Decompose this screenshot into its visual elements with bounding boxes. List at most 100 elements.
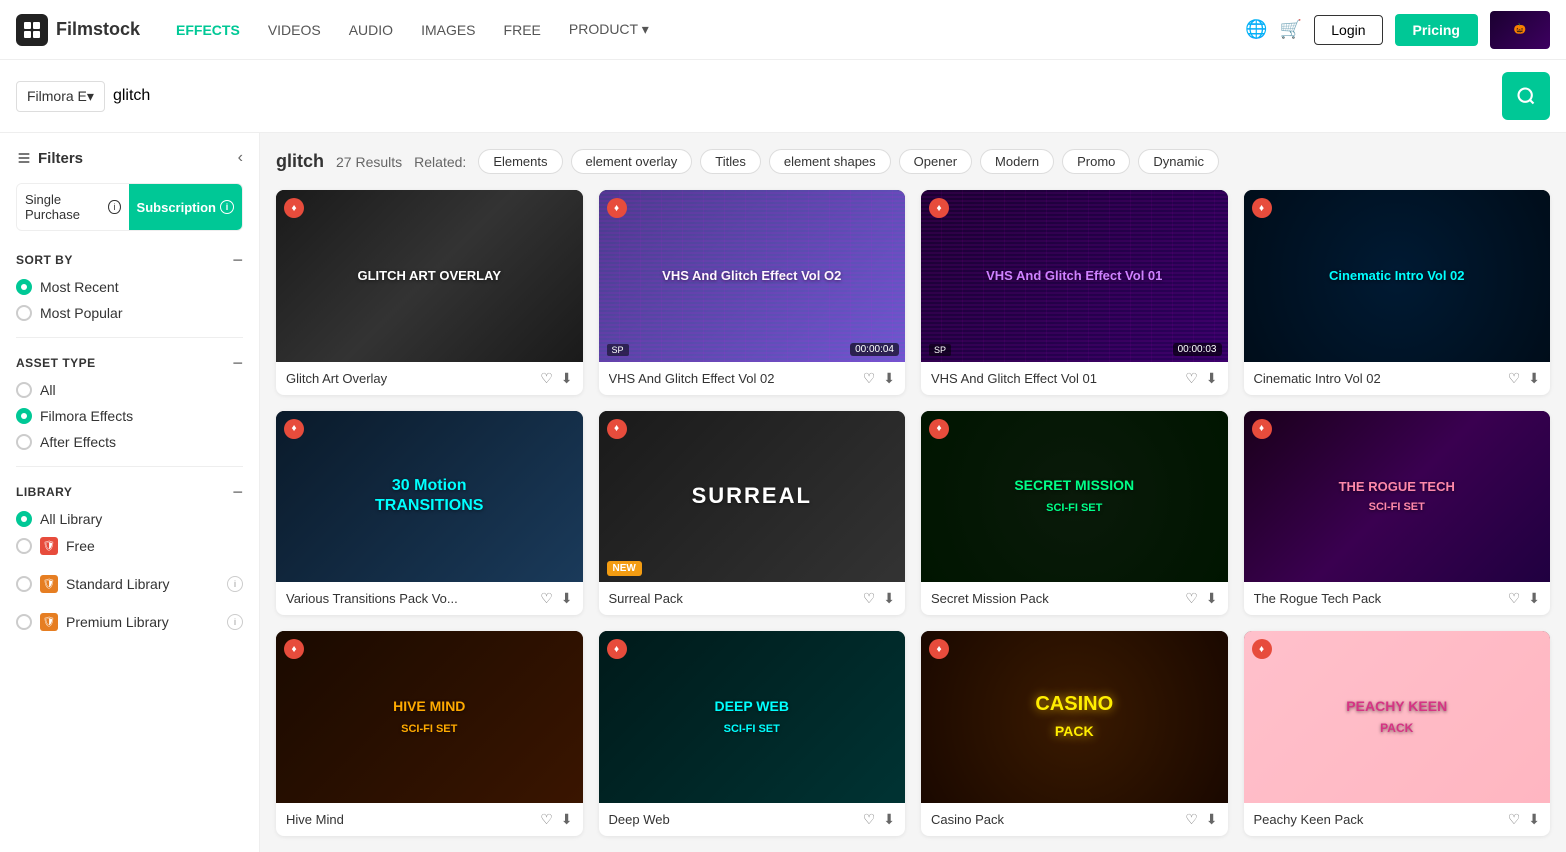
platform-selector[interactable]: Filmora E▾ xyxy=(16,81,105,112)
nav-effects[interactable]: EFFECTS xyxy=(164,14,252,46)
card-surreal[interactable]: SURREAL NEW Surreal Pack ♡ ⬇ xyxy=(599,411,906,616)
library-premium[interactable]: 🛡 Premium Library i xyxy=(16,613,243,631)
card-title: Deep Web xyxy=(609,812,863,827)
subscription-info-icon[interactable]: i xyxy=(220,200,234,214)
tag-modern[interactable]: Modern xyxy=(980,149,1054,174)
asset-type-collapse-icon[interactable]: − xyxy=(232,354,243,372)
library-all[interactable]: All Library xyxy=(16,511,243,527)
download-icon[interactable]: ⬇ xyxy=(561,811,573,828)
like-icon[interactable]: ♡ xyxy=(863,590,876,607)
card-info: VHS And Glitch Effect Vol 01 ♡ ⬇ xyxy=(921,362,1228,395)
download-icon[interactable]: ⬇ xyxy=(1528,811,1540,828)
sort-most-recent[interactable]: Most Recent xyxy=(16,279,243,295)
download-icon[interactable]: ⬇ xyxy=(883,370,895,387)
download-icon[interactable]: ⬇ xyxy=(883,590,895,607)
sort-most-recent-radio[interactable] xyxy=(16,279,32,295)
asset-type-after-effects[interactable]: After Effects xyxy=(16,434,243,450)
standard-info-icon[interactable]: i xyxy=(227,576,243,592)
download-icon[interactable]: ⬇ xyxy=(1206,590,1218,607)
asset-type-all[interactable]: All xyxy=(16,382,243,398)
like-icon[interactable]: ♡ xyxy=(863,811,876,828)
subscription-tab[interactable]: Subscription i xyxy=(129,184,242,230)
search-button[interactable] xyxy=(1502,72,1550,120)
premium-info-icon[interactable]: i xyxy=(227,614,243,630)
tag-elements[interactable]: Elements xyxy=(478,149,562,174)
like-icon[interactable]: ♡ xyxy=(1508,370,1521,387)
cart-icon[interactable]: 🛒 xyxy=(1280,19,1302,40)
sort-most-popular-radio[interactable] xyxy=(16,305,32,321)
asset-type-filmora[interactable]: Filmora Effects xyxy=(16,408,243,424)
card-transitions[interactable]: 30 MotionTRANSITIONS Various Transitions… xyxy=(276,411,583,616)
library-collapse-icon[interactable]: − xyxy=(232,483,243,501)
logo[interactable]: Filmstock xyxy=(16,14,140,46)
download-icon[interactable]: ⬇ xyxy=(1528,370,1540,387)
download-icon[interactable]: ⬇ xyxy=(1206,370,1218,387)
library-premium-radio[interactable] xyxy=(16,614,32,630)
like-icon[interactable]: ♡ xyxy=(540,590,553,607)
card-casino[interactable]: CASINOPACK Casino Pack ♡ ⬇ xyxy=(921,631,1228,836)
pricing-button[interactable]: Pricing xyxy=(1395,14,1478,46)
library-all-radio[interactable] xyxy=(16,511,32,527)
asset-all-radio[interactable] xyxy=(16,382,32,398)
like-icon[interactable]: ♡ xyxy=(540,811,553,828)
card-thumb-vhs2: VHS And Glitch Effect Vol O2 SP 00:00:04 xyxy=(599,190,906,362)
like-icon[interactable]: ♡ xyxy=(1508,590,1521,607)
card-secret-mission[interactable]: SECRET MISSIONSCI-FI SET Secret Mission … xyxy=(921,411,1228,616)
tag-promo[interactable]: Promo xyxy=(1062,149,1130,174)
like-icon[interactable]: ♡ xyxy=(540,370,553,387)
sidebar-collapse-icon[interactable]: ‹ xyxy=(238,149,243,167)
login-button[interactable]: Login xyxy=(1314,15,1382,45)
thumb-text: CASINOPACK xyxy=(1031,687,1117,747)
card-actions: ♡ ⬇ xyxy=(540,370,572,387)
tag-opener[interactable]: Opener xyxy=(899,149,972,174)
asset-type-section-header: ASSET TYPE − xyxy=(16,354,243,372)
nav-product[interactable]: PRODUCT ▾ xyxy=(557,13,661,46)
asset-filmora-radio[interactable] xyxy=(16,408,32,424)
sort-by-collapse-icon[interactable]: − xyxy=(232,251,243,269)
card-glitch-art[interactable]: GLITCH ART OVERLAY Glitch Art Overlay ♡ … xyxy=(276,190,583,395)
single-purchase-info-icon[interactable]: i xyxy=(108,200,120,214)
nav-videos[interactable]: VIDEOS xyxy=(256,14,333,46)
download-icon[interactable]: ⬇ xyxy=(883,811,895,828)
card-rogue-tech[interactable]: THE ROGUE TECHSCI-FI SET The Rogue Tech … xyxy=(1244,411,1551,616)
like-icon[interactable]: ♡ xyxy=(1185,370,1198,387)
library-standard-radio[interactable] xyxy=(16,576,32,592)
library-standard[interactable]: 🛡 Standard Library i xyxy=(16,575,243,593)
search-input[interactable] xyxy=(113,87,1494,105)
like-icon[interactable]: ♡ xyxy=(863,370,876,387)
divider-1 xyxy=(16,337,243,338)
card-deep-web[interactable]: DEEP WEBSCI-FI SET Deep Web ♡ ⬇ xyxy=(599,631,906,836)
thumb-inner: HIVE MINDSCI-FI SET xyxy=(276,631,583,803)
like-icon[interactable]: ♡ xyxy=(1185,590,1198,607)
library-free[interactable]: 🛡 Free xyxy=(16,537,243,555)
halloween-banner[interactable]: 🎃 xyxy=(1490,11,1550,49)
download-icon[interactable]: ⬇ xyxy=(561,590,573,607)
card-vhs2[interactable]: VHS And Glitch Effect Vol O2 SP 00:00:04… xyxy=(599,190,906,395)
nav-images[interactable]: IMAGES xyxy=(409,14,487,46)
thumb-inner: GLITCH ART OVERLAY xyxy=(276,190,583,362)
tag-element-shapes[interactable]: element shapes xyxy=(769,149,891,174)
logo-icon xyxy=(16,14,48,46)
tag-dynamic[interactable]: Dynamic xyxy=(1138,149,1219,174)
sort-most-popular[interactable]: Most Popular xyxy=(16,305,243,321)
download-icon[interactable]: ⬇ xyxy=(561,370,573,387)
globe-icon[interactable]: 🌐 xyxy=(1245,19,1267,40)
thumb-inner: DEEP WEBSCI-FI SET xyxy=(599,631,906,803)
nav-free[interactable]: FREE xyxy=(492,14,553,46)
single-purchase-tab[interactable]: Single Purchase i xyxy=(17,184,129,230)
card-peachy-keen[interactable]: PEACHY KEENPACK Peachy Keen Pack ♡ ⬇ xyxy=(1244,631,1551,836)
asset-ae-radio[interactable] xyxy=(16,434,32,450)
nav-audio[interactable]: AUDIO xyxy=(337,14,405,46)
card-title: Surreal Pack xyxy=(609,591,863,606)
tag-element-overlay[interactable]: element overlay xyxy=(571,149,693,174)
card-hive-mind[interactable]: HIVE MINDSCI-FI SET Hive Mind ♡ ⬇ xyxy=(276,631,583,836)
card-cinematic[interactable]: Cinematic Intro Vol 02 Cinematic Intro V… xyxy=(1244,190,1551,395)
download-icon[interactable]: ⬇ xyxy=(1528,590,1540,607)
card-title: Various Transitions Pack Vo... xyxy=(286,591,540,606)
library-free-radio[interactable] xyxy=(16,538,32,554)
tag-titles[interactable]: Titles xyxy=(700,149,761,174)
like-icon[interactable]: ♡ xyxy=(1185,811,1198,828)
card-vhs1[interactable]: VHS And Glitch Effect Vol 01 SP 00:00:03… xyxy=(921,190,1228,395)
download-icon[interactable]: ⬇ xyxy=(1206,811,1218,828)
like-icon[interactable]: ♡ xyxy=(1508,811,1521,828)
